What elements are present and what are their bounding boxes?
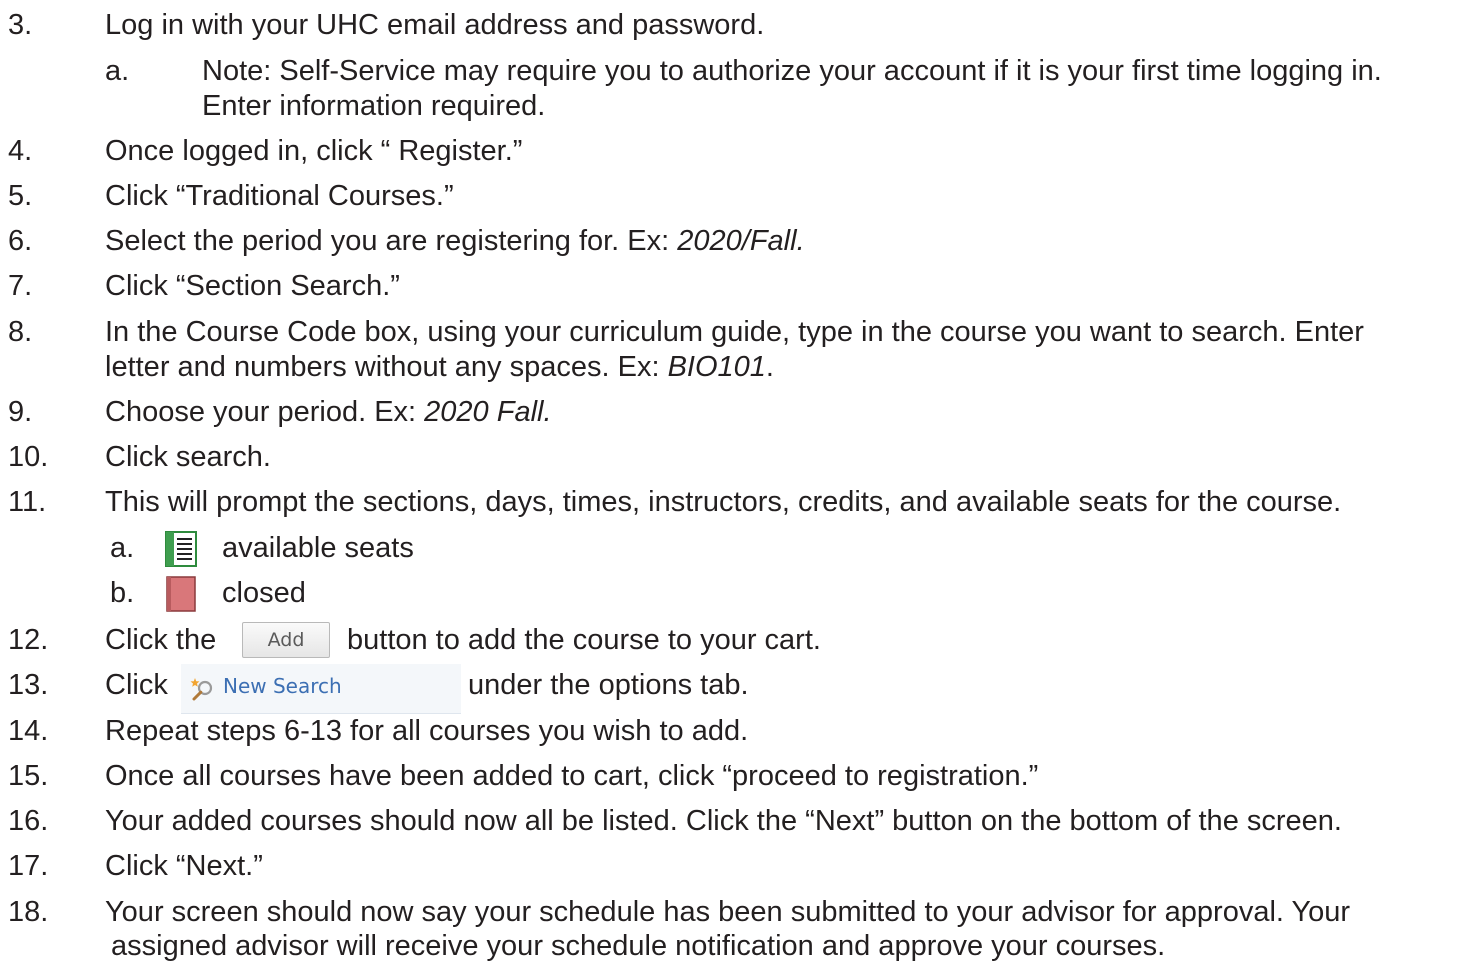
step-7: 7. Click “Section Search.” <box>0 266 1459 306</box>
step-number: 10. <box>8 441 49 473</box>
step-12: 12. Click the Add button to add the cour… <box>0 620 1459 660</box>
step-text: Click the <box>105 624 217 656</box>
example-value: BIO101 <box>667 351 766 383</box>
step-text: Click “Traditional Courses.” <box>105 180 454 212</box>
step-text-continued: button to add the course to your cart. <box>347 624 821 656</box>
step-6: 6. Select the period you are registering… <box>0 221 1459 261</box>
step-text-wrapper: letter and numbers without any spaces. E… <box>105 347 774 387</box>
step-number: 12. <box>8 624 49 656</box>
step-text: Log in with your UHC email address and p… <box>105 9 765 41</box>
new-search-icon <box>188 674 216 701</box>
step-text: Select the period you are registering fo… <box>105 225 678 257</box>
step-8: 8. In the Course Code box, using your cu… <box>0 312 1459 352</box>
step-3a: a. Note: Self-Service may require you to… <box>0 51 1459 91</box>
step-text-continued: letter and numbers without any spaces. E… <box>105 351 668 383</box>
step-number: 5. <box>8 180 33 212</box>
step-15: 15. Once all courses have been added to … <box>0 756 1459 796</box>
step-17: 17. Click “Next.” <box>0 846 1459 886</box>
step-10: 10. Click search. <box>0 437 1459 477</box>
step-13: 13. Click New Search under the options t… <box>0 664 1459 714</box>
step-number: 15. <box>8 760 49 792</box>
step-11a: a. available seats <box>0 528 1459 568</box>
add-button[interactable]: Add <box>242 622 330 658</box>
sub-step-letter: b. <box>110 577 135 609</box>
step-text: In the Course Code box, using your curri… <box>105 316 1364 348</box>
sub-step-text: available seats <box>222 532 414 564</box>
step-number: 9. <box>8 396 33 428</box>
step-text-wrapper: Choose your period. Ex: 2020 Fall. <box>105 392 552 432</box>
sub-step-letter: a. <box>105 55 130 87</box>
step-number: 8. <box>8 316 33 348</box>
step-3a-continued: Enter information required. <box>0 86 1459 126</box>
step-text: Choose your period. Ex: <box>105 396 425 428</box>
step-3: 3. Log in with your UHC email address an… <box>0 5 1459 45</box>
step-text: Your added courses should now all be lis… <box>105 805 1342 837</box>
step-text: Click <box>105 669 168 701</box>
step-16: 16. Your added courses should now all be… <box>0 801 1459 841</box>
step-number: 16. <box>8 805 49 837</box>
step-text: Once logged in, click “ Register.” <box>105 135 523 167</box>
closed-book-icon <box>163 575 199 613</box>
step-number: 11. <box>8 486 47 518</box>
new-search-link[interactable]: New Search <box>181 664 461 714</box>
sub-step-letter: a. <box>110 532 135 564</box>
step-11b: b. closed <box>0 573 1459 613</box>
step-text-wrapper: Select the period you are registering fo… <box>105 221 805 261</box>
new-search-label: New Search <box>223 674 342 698</box>
step-text: Click search. <box>105 441 271 473</box>
step-text: This will prompt the sections, days, tim… <box>105 486 1342 518</box>
step-number: 4. <box>8 135 33 167</box>
step-number: 3. <box>8 9 33 41</box>
step-14: 14. Repeat steps 6-13 for all courses yo… <box>0 711 1459 751</box>
step-number: 6. <box>8 225 33 257</box>
sub-step-text: Note: Self-Service may require you to au… <box>202 55 1382 87</box>
step-text-continued: assigned advisor will receive your sched… <box>111 930 1166 962</box>
step-text-tail: . <box>765 351 774 383</box>
step-9: 9. Choose your period. Ex: 2020 Fall. <box>0 392 1459 432</box>
step-5: 5. Click “Traditional Courses.” <box>0 176 1459 216</box>
sub-step-text: closed <box>222 577 306 609</box>
step-11: 11. This will prompt the sections, days,… <box>0 482 1459 522</box>
sub-step-text-continued: Enter information required. <box>202 90 546 122</box>
step-text-continued: under the options tab. <box>468 669 749 701</box>
open-book-icon <box>163 530 199 568</box>
step-text: Once all courses have been added to cart… <box>105 760 1039 792</box>
step-text: Click “Section Search.” <box>105 270 400 302</box>
step-4: 4. Once logged in, click “ Register.” <box>0 131 1459 171</box>
step-text: Click “Next.” <box>105 850 263 882</box>
step-number: 17. <box>8 850 49 882</box>
step-number: 13. <box>8 669 49 701</box>
step-18-continued: assigned advisor will receive your sched… <box>0 926 1459 966</box>
step-number: 7. <box>8 270 33 302</box>
step-number: 14. <box>8 715 49 747</box>
step-text: Repeat steps 6-13 for all courses you wi… <box>105 715 749 747</box>
step-8-continued: letter and numbers without any spaces. E… <box>0 347 1459 387</box>
example-value: 2020 Fall. <box>424 396 552 428</box>
example-value: 2020/Fall. <box>677 225 805 257</box>
